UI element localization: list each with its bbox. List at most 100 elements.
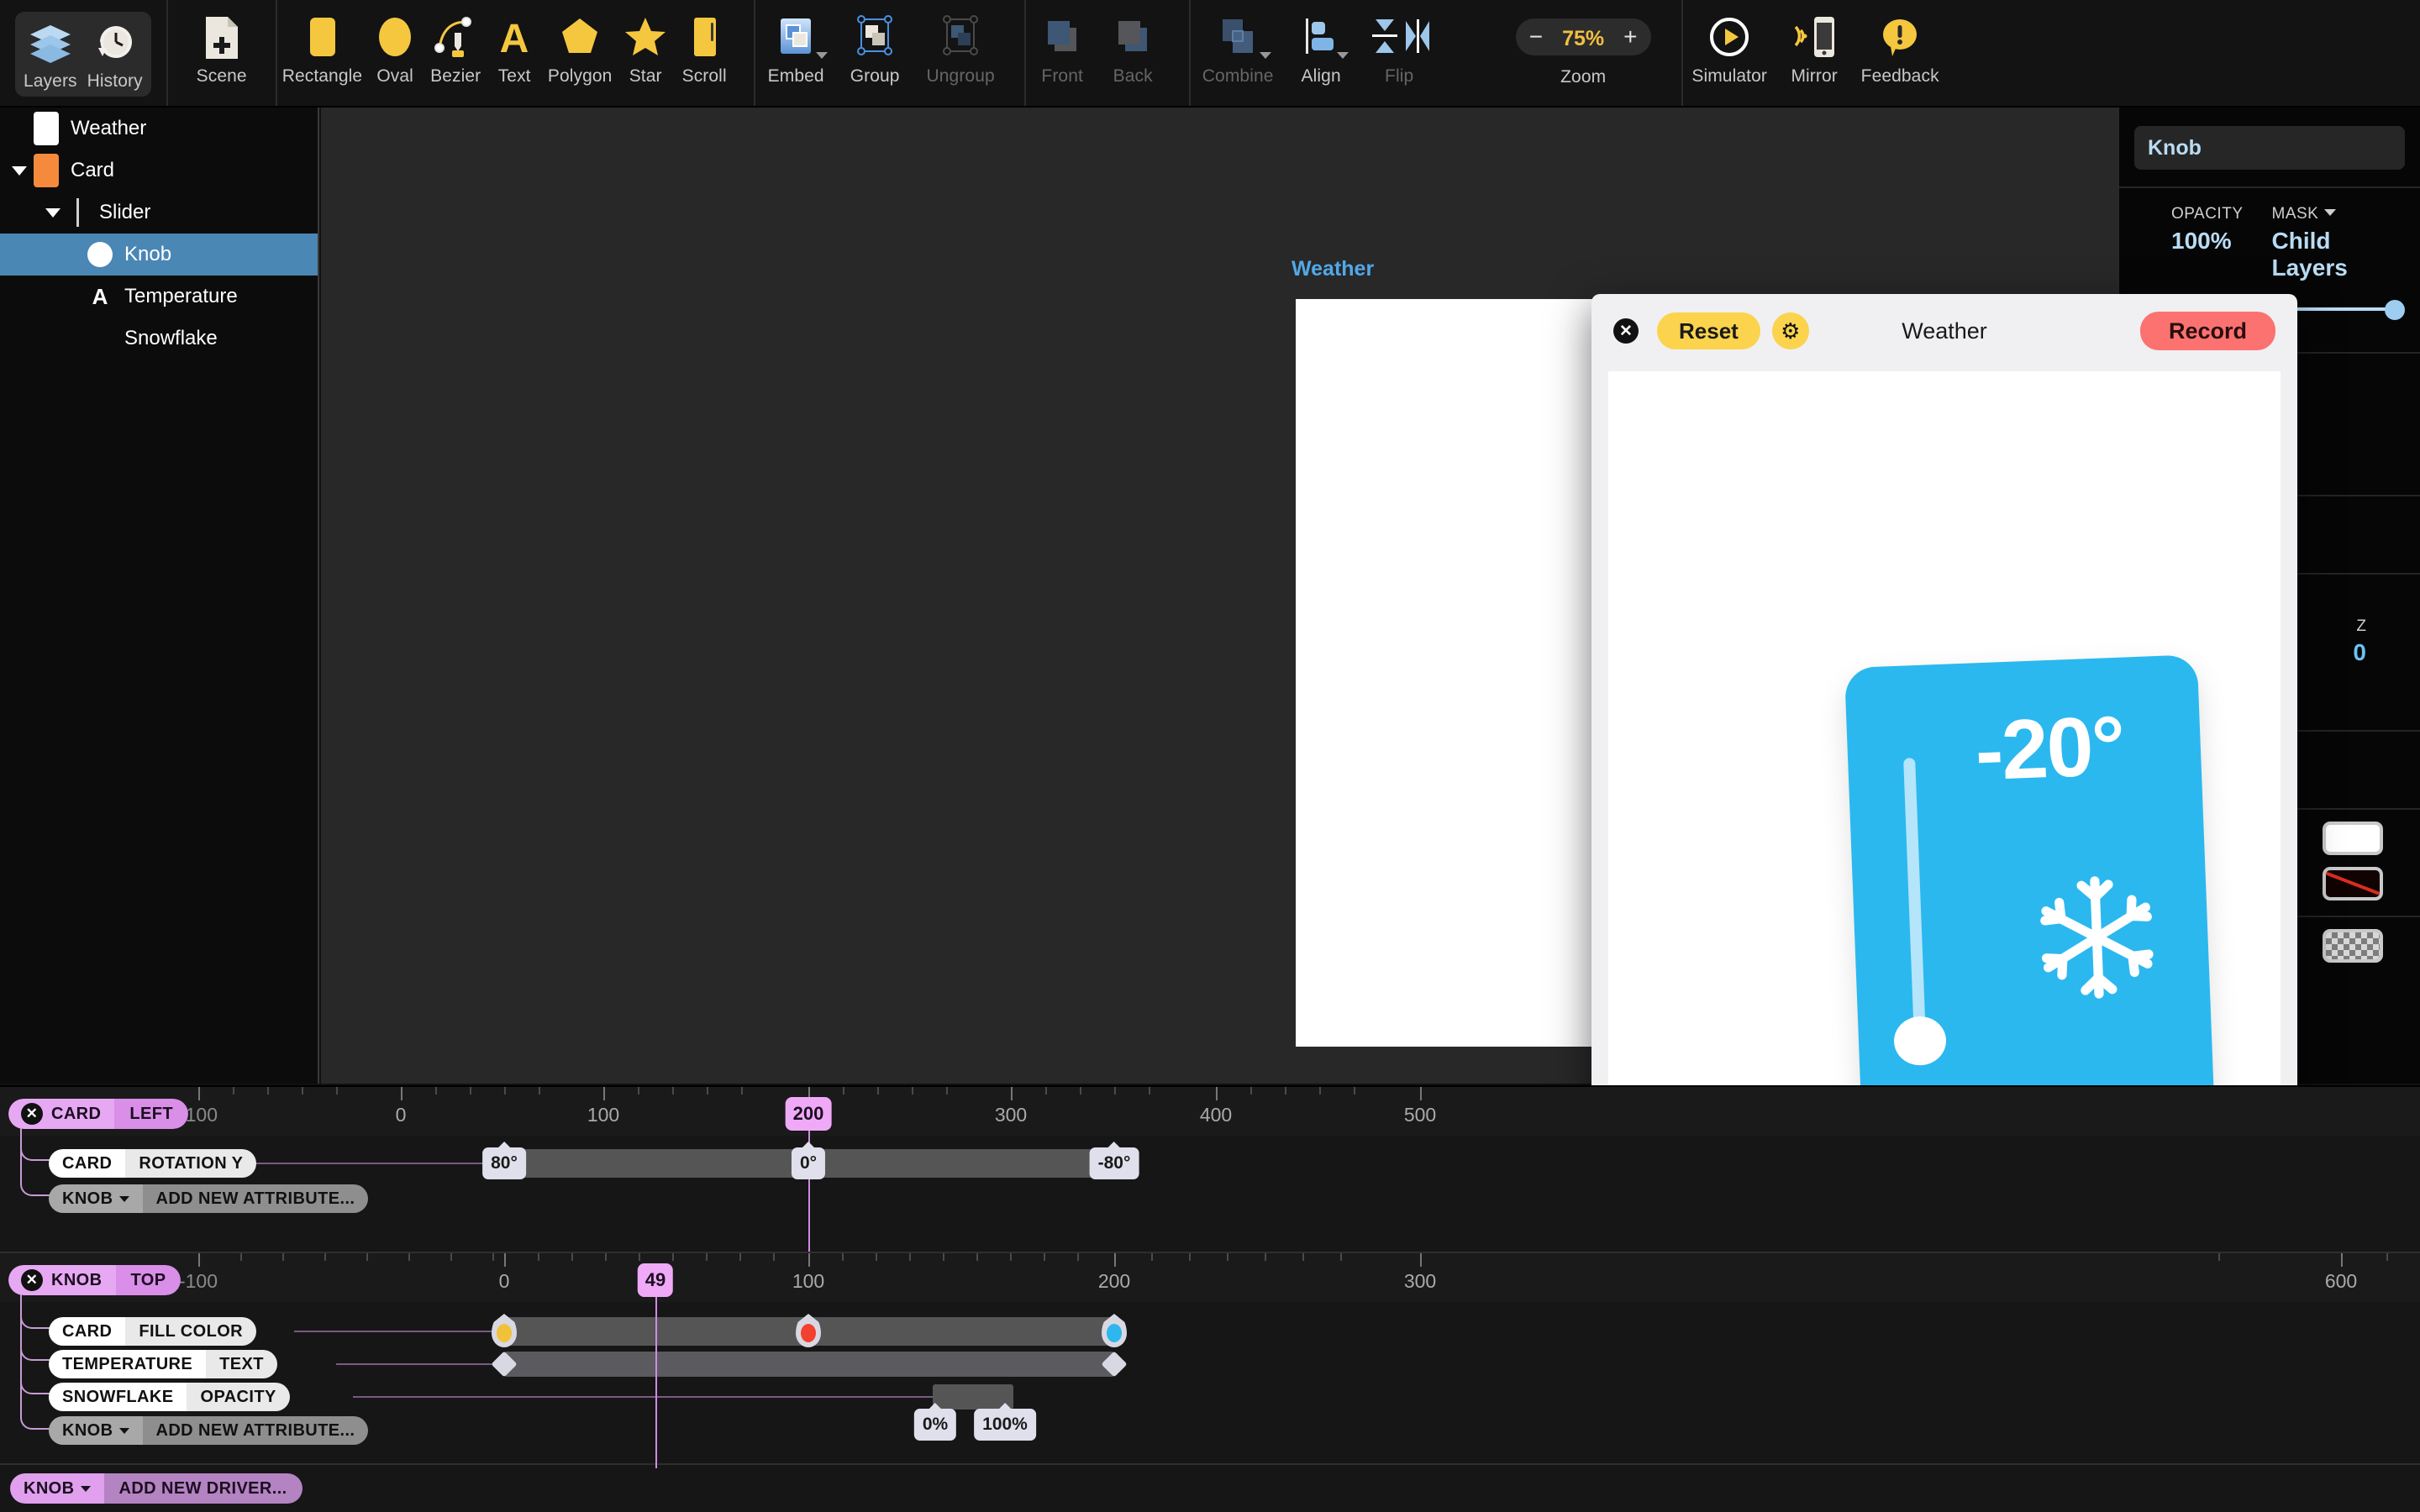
tool-feedback[interactable]: Feedback: [1853, 0, 1947, 87]
opacity-value[interactable]: 100%: [2171, 228, 2244, 255]
tool-group[interactable]: Group: [836, 0, 913, 87]
keyframe-color-stop[interactable]: [1102, 1314, 1127, 1347]
mirror-phone-icon: [1791, 12, 1838, 64]
tool-flip[interactable]: Flip: [1357, 0, 1441, 87]
playhead-value-1[interactable]: 200: [786, 1097, 832, 1131]
tool-text[interactable]: A Text: [488, 0, 540, 87]
ruler-label: 400: [1200, 1104, 1232, 1126]
attr-pill-card-fill-color[interactable]: CARD FILL COLOR: [49, 1317, 256, 1346]
mask-value[interactable]: Child Layers: [2272, 228, 2406, 281]
artboard-label[interactable]: Weather: [1292, 257, 1374, 281]
keyframe-value[interactable]: 80°: [482, 1147, 526, 1179]
disclosure-triangle-icon[interactable]: [45, 208, 60, 218]
ruler-tick: [1045, 1087, 1047, 1095]
tool-polygon[interactable]: Polygon: [540, 0, 619, 87]
zoom-in-button[interactable]: +: [1623, 25, 1637, 49]
fill-swatch-transparent[interactable]: [2323, 929, 2383, 963]
fill-swatch-white[interactable]: [2323, 822, 2383, 855]
circle-swatch-icon: [87, 242, 113, 267]
keyframe-value[interactable]: 0°: [792, 1147, 825, 1179]
tool-history[interactable]: History: [82, 17, 148, 92]
ruler-tick: [282, 1253, 284, 1261]
tool-embed[interactable]: Embed: [755, 0, 836, 87]
playhead-value-2[interactable]: 49: [638, 1263, 673, 1297]
keyframe-color-stop[interactable]: [492, 1314, 517, 1347]
simulator-record-button[interactable]: Record: [2140, 312, 2275, 350]
attr-pill-layer: KNOB: [49, 1416, 143, 1445]
ruler-tick: [1077, 1253, 1079, 1261]
chevron-down-icon[interactable]: [81, 1486, 91, 1492]
ruler-tick: [843, 1087, 844, 1095]
ruler-tick: [773, 1253, 775, 1261]
tool-combine[interactable]: Combine: [1191, 0, 1285, 87]
zoom-out-button[interactable]: −: [1529, 25, 1543, 49]
tool-scroll[interactable]: Scroll: [671, 0, 737, 87]
ruler-label: 100: [587, 1104, 619, 1126]
tool-scene[interactable]: Scene: [168, 0, 276, 87]
driver-badge-card-left[interactable]: ✕ CARD LEFT: [8, 1099, 188, 1129]
chevron-down-icon[interactable]: [119, 1428, 129, 1434]
ungroup-icon: [939, 12, 981, 64]
attr-pill-temperature-text[interactable]: TEMPERATURE TEXT: [49, 1350, 277, 1378]
ruler-tick: [1189, 1253, 1191, 1261]
layer-name-field[interactable]: Knob: [2134, 126, 2405, 170]
keyframe-color-stop[interactable]: [796, 1314, 821, 1347]
sidebar-item-temperature[interactable]: A Temperature: [0, 276, 318, 318]
tool-ungroup[interactable]: Ungroup: [913, 0, 1007, 87]
align-dropdown-caret[interactable]: [1337, 52, 1349, 59]
embed-dropdown-caret[interactable]: [816, 52, 828, 59]
tool-oval[interactable]: Oval: [367, 0, 423, 87]
zoom-value[interactable]: 75%: [1556, 27, 1610, 51]
tool-rectangle[interactable]: Rectangle: [277, 0, 367, 87]
zoom-stepper[interactable]: − 75% +: [1516, 18, 1651, 55]
tool-star[interactable]: Star: [619, 0, 671, 87]
keyframe-value[interactable]: 0%: [914, 1409, 956, 1441]
tool-mirror[interactable]: Mirror: [1776, 0, 1853, 87]
preview-temperature-text: -20°: [1974, 698, 2126, 801]
ruler-tick: [504, 1253, 506, 1267]
add-new-driver-button[interactable]: KNOB ADD NEW DRIVER...: [10, 1473, 302, 1504]
driver-attr-row-temperature-text: TEMPERATURE TEXT: [0, 1347, 2420, 1382]
ruler-tick: [1044, 1253, 1045, 1261]
tool-front[interactable]: Front: [1026, 0, 1098, 87]
sidebar-item-snowflake[interactable]: Snowflake: [0, 318, 318, 360]
attr-pill-add-new-attribute[interactable]: KNOB ADD NEW ATTRIBUTE...: [49, 1416, 368, 1445]
embed-icon: [775, 12, 817, 64]
keyframe-value[interactable]: 100%: [974, 1409, 1036, 1441]
sidebar-item-slider[interactable]: Slider: [0, 192, 318, 234]
attr-pill-snowflake-opacity[interactable]: SNOWFLAKE OPACITY: [49, 1383, 290, 1411]
add-driver-layer[interactable]: KNOB: [10, 1473, 104, 1504]
attr-pill-add-new-attribute[interactable]: KNOB ADD NEW ATTRIBUTE...: [49, 1184, 368, 1213]
chevron-down-icon[interactable]: [119, 1196, 129, 1202]
fill-swatch-none[interactable]: [2323, 867, 2383, 900]
ruler-tick: [408, 1253, 410, 1261]
chevron-down-icon[interactable]: [2324, 209, 2336, 216]
remove-driver-icon[interactable]: ✕: [21, 1103, 43, 1125]
driver-ruler-2[interactable]: -100 0 100 200 300 600: [0, 1253, 2420, 1302]
driver-badge-knob-top[interactable]: ✕ KNOB TOP: [8, 1265, 181, 1295]
preview-slider-knob[interactable]: [1893, 1016, 1947, 1066]
tool-bezier[interactable]: Bezier: [423, 0, 488, 87]
tool-simulator[interactable]: Simulator: [1683, 0, 1776, 87]
tool-front-label: Front: [1041, 66, 1083, 87]
add-driver-label: ADD NEW DRIVER...: [104, 1473, 302, 1504]
tool-back[interactable]: Back: [1098, 0, 1167, 87]
keyframe-value[interactable]: -80°: [1090, 1147, 1139, 1179]
ruler-tick: [302, 1087, 303, 1095]
sidebar-item-weather[interactable]: Weather: [0, 108, 318, 150]
attr-pill-card-rotation-y[interactable]: CARD ROTATION Y: [49, 1149, 256, 1178]
attr-pill-property: ROTATION Y: [125, 1149, 256, 1178]
keyframe-track[interactable]: [504, 1352, 1114, 1377]
layers-icon: [27, 17, 74, 69]
driver-ruler-1[interactable]: -100 0 100 300 400 500: [0, 1087, 2420, 1136]
tool-align[interactable]: Align: [1285, 0, 1357, 87]
ruler-label: 300: [995, 1104, 1027, 1126]
weather-card-preview[interactable]: -20°: [1844, 654, 2216, 1159]
opacity-slider-thumb[interactable]: [2385, 300, 2405, 320]
sidebar-item-knob[interactable]: Knob: [0, 234, 318, 276]
disclosure-triangle-icon[interactable]: [12, 166, 27, 176]
tool-layers[interactable]: Layers: [18, 17, 82, 92]
combine-dropdown-caret[interactable]: [1260, 52, 1271, 59]
remove-driver-icon[interactable]: ✕: [21, 1269, 43, 1291]
sidebar-item-card[interactable]: Card: [0, 150, 318, 192]
